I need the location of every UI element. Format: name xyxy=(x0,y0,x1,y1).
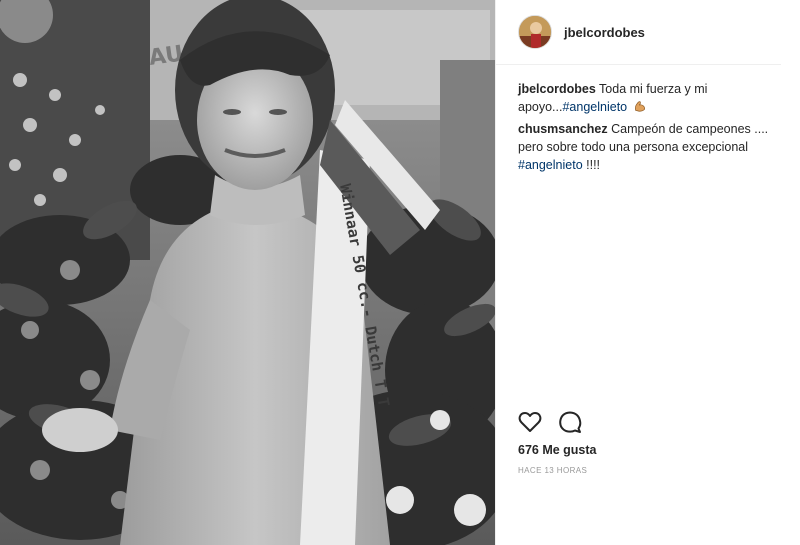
comment-username[interactable]: chusmsanchez xyxy=(518,122,608,136)
comment-suffix: !!!! xyxy=(582,158,601,172)
post-timestamp[interactable]: HACE 13 HORAS xyxy=(518,466,587,475)
comment-item: jbelcordobes Toda mi fuerza y mi apoyo..… xyxy=(518,80,780,116)
comment-item: chusmsanchez Campeón de campeones .... p… xyxy=(518,120,780,174)
avatar[interactable] xyxy=(518,15,552,49)
post-photo: AU PLASI xyxy=(0,0,495,545)
comment-username[interactable]: jbelcordobes xyxy=(518,82,596,96)
post-details-panel: jbelcordobes jbelcordobes Toda mi fuerza… xyxy=(495,0,800,545)
hashtag-link[interactable]: #angelnieto xyxy=(518,158,583,172)
post-header: jbelcordobes xyxy=(496,0,781,65)
likes-count[interactable]: 676 Me gusta xyxy=(518,443,597,457)
comment-icon[interactable] xyxy=(558,410,584,436)
hashtag-link[interactable]: #angelnieto xyxy=(562,100,627,114)
heart-icon[interactable] xyxy=(518,410,544,436)
flexed-biceps-icon xyxy=(634,101,645,112)
instagram-post: AU PLASI xyxy=(0,0,800,545)
header-username[interactable]: jbelcordobes xyxy=(564,25,645,40)
post-actions xyxy=(518,410,594,438)
comments-list: jbelcordobes Toda mi fuerza y mi apoyo..… xyxy=(518,80,780,178)
